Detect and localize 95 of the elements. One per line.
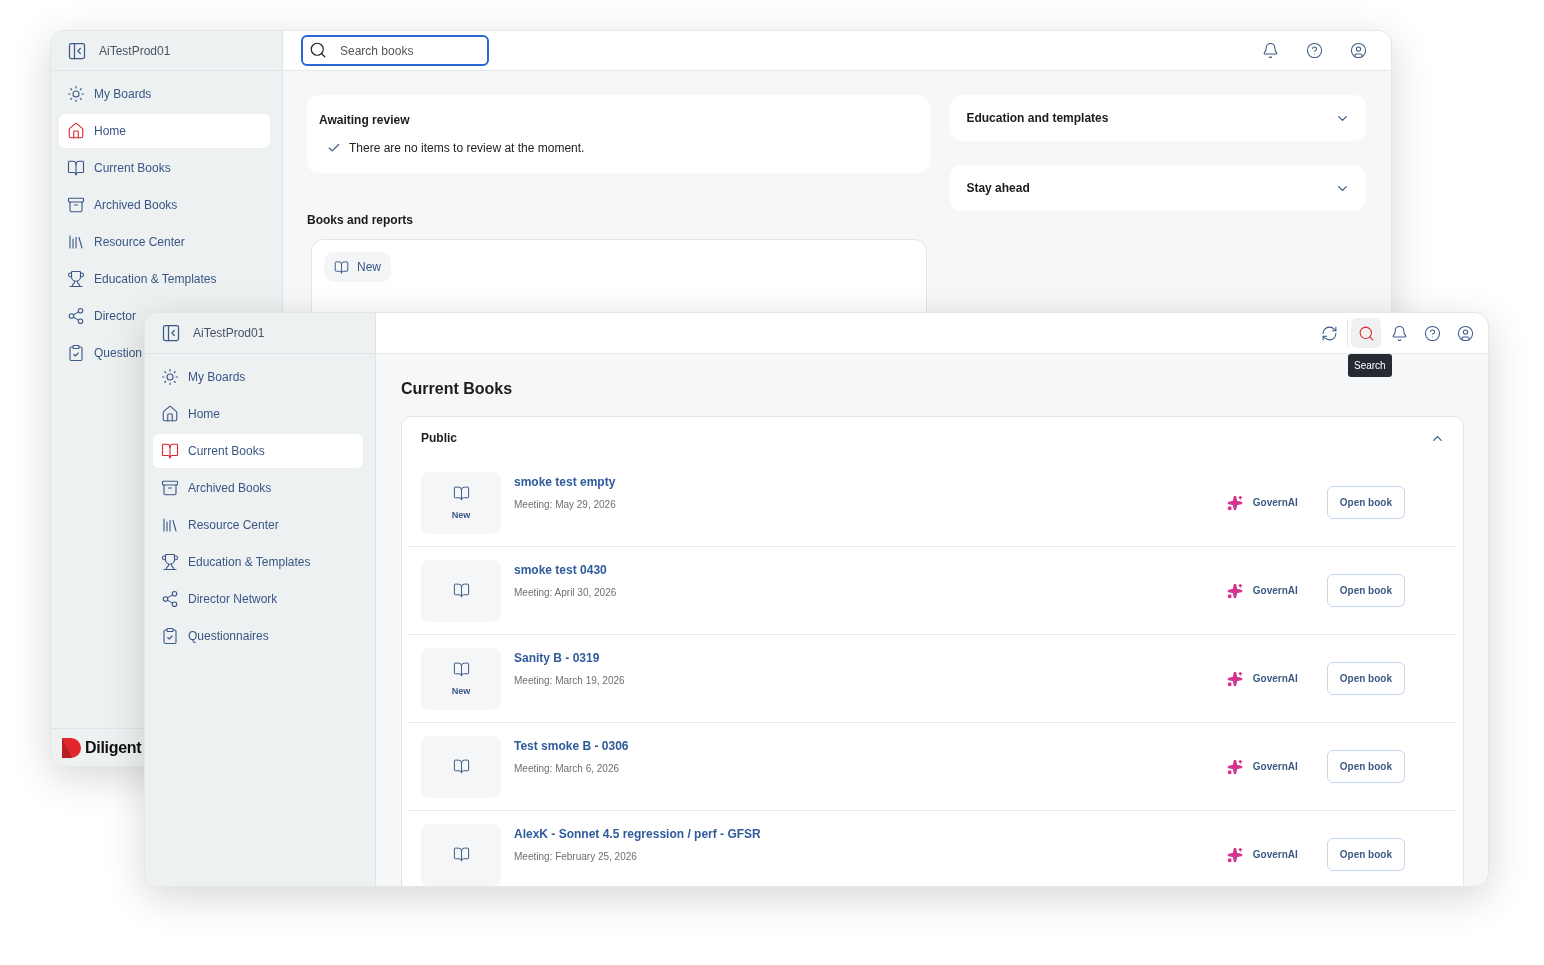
book-icon xyxy=(452,758,470,775)
bell-icon xyxy=(1390,324,1408,342)
meeting-date: Meeting: March 6, 2026 xyxy=(514,763,621,774)
nav-item[interactable]: Archived Books xyxy=(59,188,178,222)
card-title: Awaiting review xyxy=(319,113,411,127)
meeting-date: Meeting: May 29, 2026 xyxy=(514,499,617,510)
book-icon xyxy=(452,582,470,599)
nav-item[interactable]: Questionnaires xyxy=(153,619,269,653)
new-chip[interactable]: New xyxy=(324,252,391,282)
book-icon xyxy=(452,846,470,863)
nav-item[interactable]: Home xyxy=(153,397,220,431)
nav-item[interactable]: Question xyxy=(59,336,143,370)
book-icon xyxy=(452,485,470,502)
open-book-button[interactable]: Open book xyxy=(1326,486,1405,519)
user-icon xyxy=(1456,324,1474,342)
meeting-date: Meeting: March 19, 2026 xyxy=(514,675,626,686)
trophy-icon xyxy=(67,270,85,288)
sparkle-icon xyxy=(1226,846,1243,863)
sun-icon xyxy=(67,85,85,103)
library-icon xyxy=(161,516,179,534)
clipboard-icon xyxy=(161,627,179,645)
network-icon xyxy=(161,590,179,608)
book-icon xyxy=(161,442,179,460)
user-icon[interactable] xyxy=(1349,42,1367,59)
book-title[interactable]: Sanity B - 0319 xyxy=(514,651,1214,665)
nav-item[interactable]: Education & Templates xyxy=(153,545,311,579)
book-icon xyxy=(67,159,85,177)
nav-item[interactable]: Current Books xyxy=(59,151,171,185)
sparkle-icon xyxy=(1226,758,1243,775)
nav-item[interactable]: Director xyxy=(59,299,136,333)
book-title[interactable]: AlexK - Sonnet 4.5 regression / perf - GFSR xyxy=(514,827,1214,841)
help-icon[interactable] xyxy=(1305,42,1323,59)
network-icon xyxy=(67,307,85,325)
page-title: Current Books xyxy=(401,380,514,398)
nav-item[interactable]: Current Books xyxy=(153,434,363,468)
search-icon xyxy=(309,41,327,59)
archive-icon xyxy=(161,479,179,497)
sparkle-icon xyxy=(1226,670,1243,687)
book-title[interactable]: smoke test 0430 xyxy=(514,563,1214,577)
workspace-name: AiTestProd01 xyxy=(99,43,171,58)
search-field[interactable]: Search books xyxy=(301,35,489,66)
nav-item[interactable]: Resource Center xyxy=(59,225,185,259)
chip-label: New xyxy=(357,260,381,274)
sidebar-toggle-icon[interactable] xyxy=(67,40,87,61)
trophy-icon xyxy=(161,553,179,571)
meeting-date: Meeting: April 30, 2026 xyxy=(514,587,618,598)
section-title: Public xyxy=(421,431,457,445)
open-book-button[interactable]: Open book xyxy=(1326,750,1405,783)
sparkle-icon xyxy=(1226,582,1243,599)
clipboard-icon xyxy=(67,344,85,362)
accordion-panel[interactable]: Education and templates xyxy=(950,95,1366,141)
open-book-button[interactable]: Open book xyxy=(1326,574,1405,607)
nav-item[interactable]: Archived Books xyxy=(153,471,272,505)
book-title[interactable]: Test smoke B - 0306 xyxy=(514,739,1214,753)
nav-item[interactable]: Resource Center xyxy=(153,508,279,542)
bell-icon[interactable] xyxy=(1261,42,1279,59)
open-book-button[interactable]: Open book xyxy=(1326,662,1405,695)
tooltip: Search xyxy=(1348,354,1392,377)
panel-title: Education and templates xyxy=(966,111,1109,125)
book-icon xyxy=(452,661,470,678)
library-icon xyxy=(67,233,85,251)
archive-icon xyxy=(67,196,85,214)
assistant-link[interactable]: GovernAI xyxy=(1252,673,1298,684)
check-icon xyxy=(327,141,341,155)
sparkle-icon xyxy=(1226,494,1243,511)
logo-text: Diligent xyxy=(85,738,142,757)
open-book-button[interactable]: Open book xyxy=(1326,838,1405,871)
panel-title: Stay ahead xyxy=(966,181,1030,195)
assistant-link[interactable]: GovernAI xyxy=(1252,585,1298,596)
nav-item[interactable]: My Boards xyxy=(59,77,152,111)
help-icon xyxy=(1423,324,1441,342)
house-icon xyxy=(67,122,85,140)
sun-icon xyxy=(161,368,179,386)
section-heading: Books and reports xyxy=(307,213,415,227)
house-icon xyxy=(161,405,179,423)
new-label: New xyxy=(451,510,471,520)
toolbar-button[interactable] xyxy=(1351,318,1381,348)
sidebar-toggle-icon[interactable] xyxy=(161,323,181,343)
new-label: New xyxy=(451,686,471,696)
nav-item[interactable]: Education & Templates xyxy=(59,262,217,296)
workspace-name: AiTestProd01 xyxy=(193,326,265,340)
meeting-date: Meeting: February 25, 2026 xyxy=(514,851,638,862)
nav-item[interactable]: Director Network xyxy=(153,582,278,616)
logo-icon xyxy=(61,736,83,759)
assistant-link[interactable]: GovernAI xyxy=(1252,849,1298,860)
book-icon xyxy=(334,259,349,275)
empty-message: There are no items to review at the moment. xyxy=(349,141,585,155)
nav-item[interactable]: Home xyxy=(59,114,270,148)
search-icon xyxy=(1357,324,1375,342)
refresh-icon xyxy=(1320,324,1338,342)
nav-item[interactable]: My Boards xyxy=(153,360,246,394)
accordion-panel[interactable]: Stay ahead xyxy=(950,165,1366,211)
assistant-link[interactable]: GovernAI xyxy=(1252,497,1298,508)
book-title[interactable]: smoke test empty xyxy=(514,475,1214,489)
assistant-link[interactable]: GovernAI xyxy=(1252,761,1298,772)
